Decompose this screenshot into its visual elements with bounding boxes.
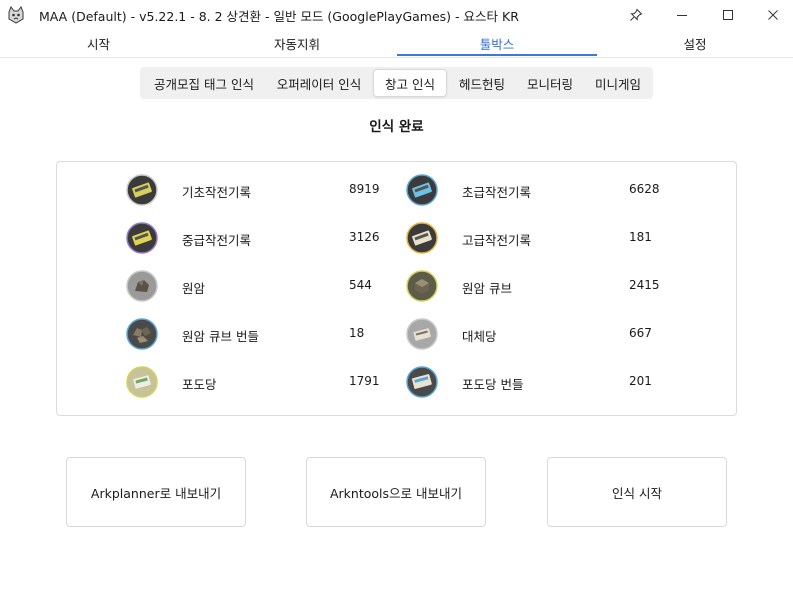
item-name: 포도당 번들	[462, 377, 524, 392]
item-name: 포도당	[182, 377, 217, 392]
maximize-button[interactable]	[705, 0, 751, 30]
start-recognition-button[interactable]: 인식 시작	[547, 457, 727, 527]
tab-auto-command[interactable]: 자동지휘	[197, 30, 397, 57]
recognition-status: 인식 완료	[369, 119, 424, 135]
export-arkntools-button[interactable]: Arkntools으로 내보내기	[306, 457, 486, 527]
tab-settings[interactable]: 설정	[597, 30, 793, 57]
basic-battle-record-icon	[126, 174, 158, 206]
item-name: 원암	[182, 281, 206, 296]
item-count: 3126	[349, 230, 380, 244]
subtab-depot-recognition[interactable]: 창고 인식	[373, 69, 447, 97]
intermediate-battle-record-icon	[126, 222, 158, 254]
orirock-cluster-icon	[126, 318, 158, 350]
tab-start[interactable]: 시작	[0, 30, 197, 57]
item-name: 대체당	[462, 329, 497, 344]
subtab-minigame[interactable]: 미니게임	[585, 69, 651, 97]
list-item: 포도당 번들 201	[406, 366, 666, 400]
maa-app-icon	[8, 5, 24, 24]
toolbox-sub-tab-bar: 공개모집 태그 인식 오퍼레이터 인식 창고 인식 헤드헌팅 모니터링 미니게임	[140, 67, 653, 99]
list-item: 고급작전기록 181	[406, 222, 666, 256]
list-item: 원암 큐브 번들 18	[126, 318, 386, 352]
item-count: 8919	[349, 182, 380, 196]
sugar-icon	[126, 366, 158, 398]
item-count: 6628	[629, 182, 660, 196]
item-count: 544	[349, 278, 372, 292]
minimize-icon	[677, 15, 687, 16]
item-name: 중급작전기록	[182, 233, 252, 248]
item-name: 기초작전기록	[182, 185, 252, 200]
item-count: 1791	[349, 374, 380, 388]
item-count: 2415	[629, 278, 660, 292]
item-count: 201	[629, 374, 652, 388]
pin-button[interactable]	[613, 0, 659, 30]
orirock-icon	[126, 270, 158, 302]
main-tab-bar: 시작 자동지휘 툴박스 설정	[0, 30, 793, 58]
orirock-cube-icon	[406, 270, 438, 302]
sugar-substitute-icon	[406, 318, 438, 350]
list-item: 기초작전기록 8919	[126, 174, 386, 208]
list-item: 대체당 667	[406, 318, 666, 352]
tab-toolbox[interactable]: 툴박스	[397, 30, 597, 57]
list-item: 초급작전기록 6628	[406, 174, 666, 208]
window-title: MAA (Default) - v5.22.1 - 8. 2 상견환 - 일반 …	[39, 9, 519, 24]
item-name: 초급작전기록	[462, 185, 532, 200]
sugar-pack-icon	[406, 366, 438, 398]
close-button[interactable]	[750, 0, 793, 30]
maximize-icon	[723, 10, 733, 20]
pin-icon	[630, 8, 643, 21]
item-name: 원암 큐브 번들	[182, 329, 259, 344]
subtab-recruit-tag[interactable]: 공개모집 태그 인식	[142, 69, 266, 97]
list-item: 중급작전기록 3126	[126, 222, 386, 256]
list-item: 원암 큐브 2415	[406, 270, 666, 304]
subtab-monitoring[interactable]: 모니터링	[517, 69, 583, 97]
subtab-headhunting[interactable]: 헤드헌팅	[449, 69, 515, 97]
list-item: 원암 544	[126, 270, 386, 304]
item-count: 667	[629, 326, 652, 340]
active-tab-indicator	[397, 54, 597, 56]
item-name: 고급작전기록	[462, 233, 532, 248]
export-arkplanner-button[interactable]: Arkplanner로 내보내기	[66, 457, 246, 527]
beginner-battle-record-icon	[406, 174, 438, 206]
list-item: 포도당 1791	[126, 366, 386, 400]
item-count: 18	[349, 326, 365, 340]
item-name: 원암 큐브	[462, 281, 512, 296]
subtab-operator-recognition[interactable]: 오퍼레이터 인식	[266, 69, 372, 97]
depot-items-panel: 기초작전기록 8919 초급작전기록 6628 중급작전기록 3126 고급작전…	[56, 161, 737, 416]
item-count: 181	[629, 230, 652, 244]
advanced-battle-record-icon	[406, 222, 438, 254]
minimize-button[interactable]	[659, 0, 705, 30]
title-bar: MAA (Default) - v5.22.1 - 8. 2 상견환 - 일반 …	[0, 0, 793, 30]
close-icon	[768, 10, 778, 20]
